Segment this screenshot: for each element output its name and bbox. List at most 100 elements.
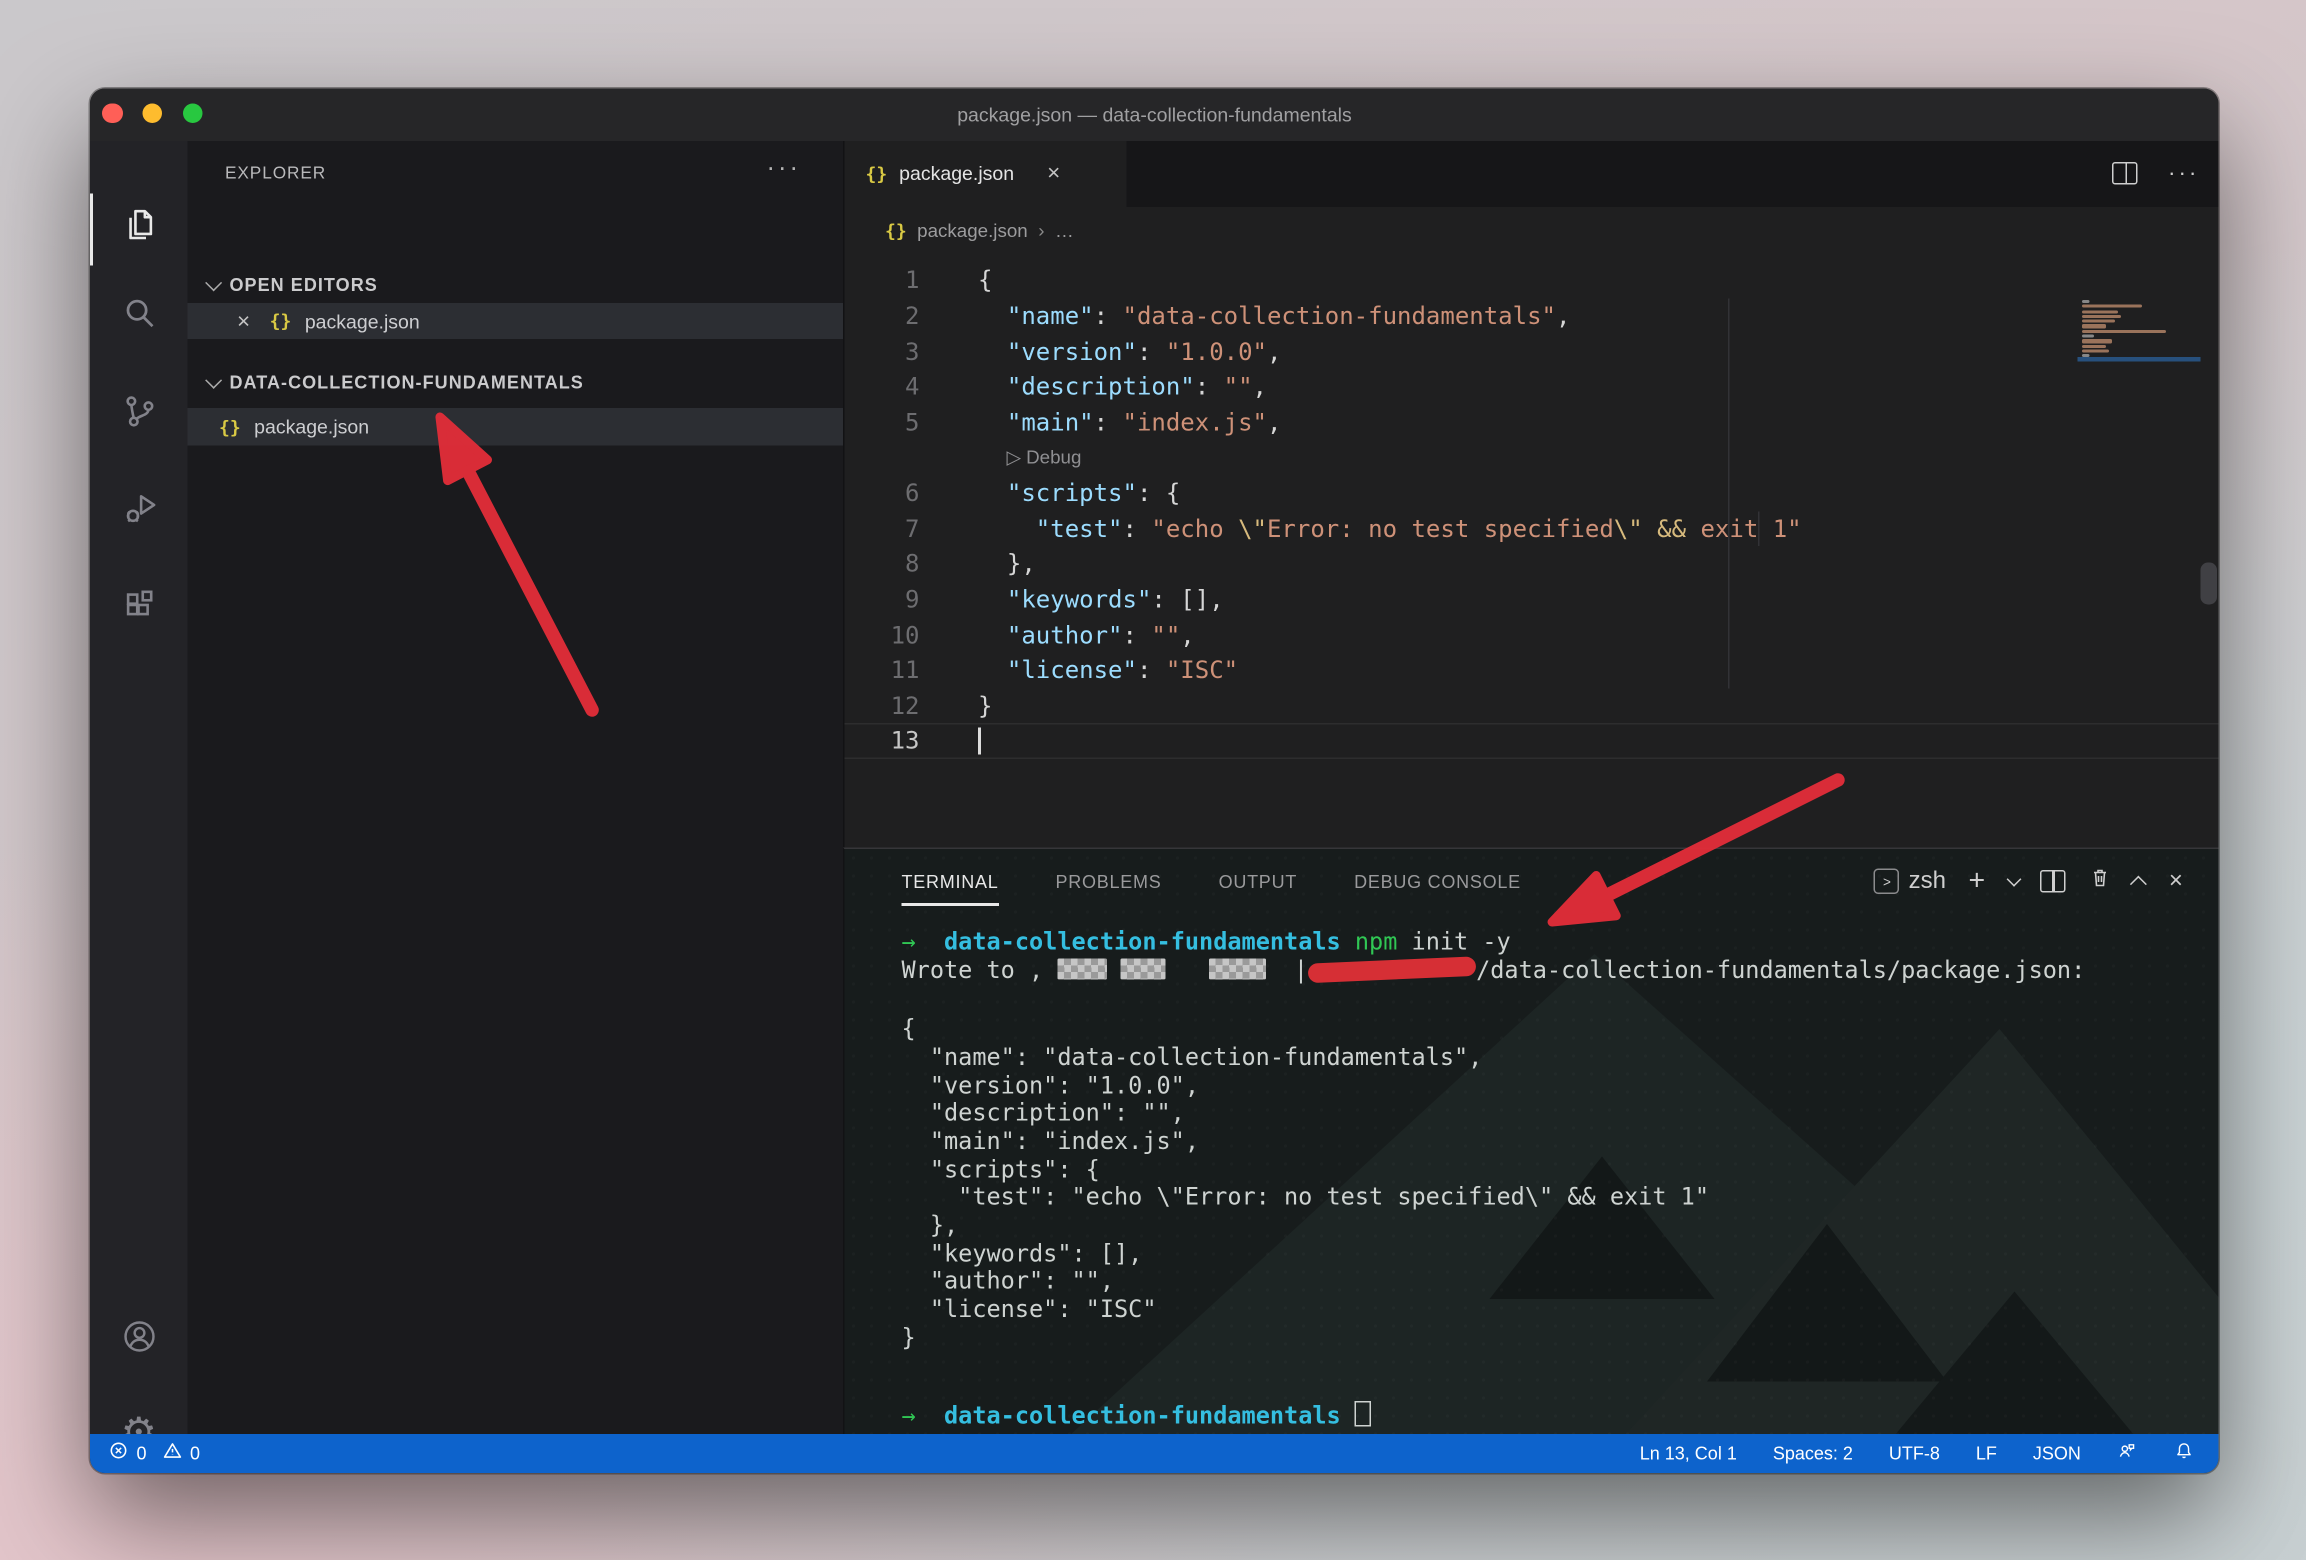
- code-area[interactable]: 1{2 "name": "data-collection-fundamental…: [845, 263, 2219, 759]
- shell-selector[interactable]: > zsh: [1874, 868, 1946, 895]
- sidebar-title: EXPLORER: [225, 165, 326, 183]
- code-line-8[interactable]: 8 },: [845, 547, 2219, 582]
- status-bar: 0 0 Ln 13, Col 1 Spaces: 2 UTF-8 LF JSON: [90, 1434, 2219, 1473]
- open-editor-item-package-json[interactable]: × {} package.json: [188, 303, 844, 339]
- terminal-line-6: "main": "index.js",: [902, 1128, 1200, 1156]
- status-line-col[interactable]: Ln 13, Col 1: [1640, 1443, 1737, 1464]
- explorer-more-actions-button[interactable]: ···: [767, 153, 801, 183]
- json-file-icon: {}: [866, 163, 888, 184]
- code-line-10[interactable]: 10 "author": "",: [845, 617, 2219, 652]
- json-file-icon: {}: [219, 417, 241, 438]
- code-line-2[interactable]: 2 "name": "data-collection-fundamentals"…: [845, 299, 2219, 334]
- files-icon: [119, 206, 158, 253]
- activity-source-control[interactable]: [90, 379, 188, 451]
- split-editor-icon[interactable]: [2112, 163, 2138, 186]
- terminal-line-7: "scripts": {: [902, 1156, 1100, 1184]
- chevron-down-icon: [205, 372, 222, 389]
- indent-guide: [1757, 511, 1759, 546]
- code-line-9[interactable]: 9 "keywords": [],: [845, 582, 2219, 617]
- open-editor-file-label: package.json: [305, 310, 420, 333]
- workspace-folder-label: DATA-COLLECTION-FUNDAMENTALS: [230, 372, 584, 393]
- open-editors-header[interactable]: OPEN EDITORS: [188, 267, 844, 303]
- explorer-sidebar: EXPLORER ··· OPEN EDITORS × {} package.j…: [188, 141, 844, 1434]
- editor-scrollbar[interactable]: [2201, 562, 2218, 604]
- redaction-scribble: [1308, 956, 1477, 983]
- close-tab-icon[interactable]: ×: [1047, 161, 1060, 187]
- search-icon: [119, 295, 158, 342]
- code-line-5[interactable]: 5 "main": "index.js",: [845, 405, 2219, 440]
- breadcrumb-file[interactable]: package.json: [917, 221, 1028, 242]
- warnings-count[interactable]: 0: [190, 1443, 200, 1464]
- terminal-line-5: "description": "",: [902, 1100, 1185, 1128]
- code-line-13[interactable]: 13: [845, 724, 2219, 759]
- minimap-current-line: [2078, 358, 2201, 362]
- redaction-mosaic: [1121, 958, 1166, 979]
- activity-run-debug[interactable]: [90, 477, 188, 549]
- tab-problems[interactable]: PROBLEMS: [1056, 871, 1162, 892]
- terminal-line-9: },: [902, 1212, 959, 1240]
- json-file-icon: {}: [270, 311, 292, 332]
- code-line-7[interactable]: 7 "test": "echo \"Error: no test specifi…: [845, 511, 2219, 546]
- terminal-line-1: Wrote to , |/data-collection-fundamental…: [902, 956, 2086, 984]
- terminal-panel: TERMINAL PROBLEMS OUTPUT DEBUG CONSOLE >…: [843, 848, 2219, 1434]
- status-language[interactable]: JSON: [2033, 1443, 2081, 1464]
- status-indent[interactable]: Spaces: 2: [1773, 1443, 1853, 1464]
- terminal-line-12: "license": "ISC": [902, 1296, 1157, 1324]
- editor-actions: ···: [2112, 141, 2199, 207]
- code-line-4[interactable]: 4 "description": "",: [845, 369, 2219, 404]
- errors-count[interactable]: 0: [137, 1443, 147, 1464]
- code-line-11[interactable]: 11 "license": "ISC": [845, 653, 2219, 688]
- tab-strip: {} package.json × ···: [845, 141, 2219, 207]
- activity-bar: ⚙ 1: [90, 141, 188, 1434]
- activity-explorer[interactable]: [90, 193, 188, 265]
- breadcrumb[interactable]: {} package.json › …: [845, 207, 2219, 257]
- close-panel-icon[interactable]: ×: [2169, 868, 2183, 895]
- terminal-dropdown-icon[interactable]: [2008, 872, 2022, 886]
- terminal-line-10: "keywords": [],: [902, 1240, 1143, 1268]
- errors-icon[interactable]: [108, 1441, 129, 1467]
- more-actions-icon[interactable]: ···: [2168, 161, 2200, 187]
- activity-search[interactable]: [90, 282, 188, 354]
- terminal-line-2: {: [902, 1016, 916, 1044]
- codelens-debug[interactable]: ▷ Debug: [845, 440, 2219, 475]
- new-terminal-button[interactable]: +: [1969, 865, 1986, 898]
- kill-terminal-icon[interactable]: [2088, 866, 2112, 898]
- notifications-bell-icon[interactable]: [2174, 1441, 2195, 1467]
- redaction-mosaic: [1209, 958, 1266, 979]
- code-line-3[interactable]: 3 "version": "1.0.0",: [845, 334, 2219, 369]
- tab-debug-console[interactable]: DEBUG CONSOLE: [1354, 871, 1521, 892]
- tab-label: package.json: [899, 163, 1014, 186]
- breadcrumb-more[interactable]: …: [1055, 221, 1074, 242]
- code-line-12[interactable]: 12}: [845, 688, 2219, 723]
- code-line-6[interactable]: 6 "scripts": {: [845, 476, 2219, 511]
- feedback-icon[interactable]: [2117, 1441, 2138, 1467]
- terminal-line-0: → data-collection-fundamentals npm init …: [902, 928, 1511, 956]
- minimap[interactable]: [2078, 300, 2201, 372]
- tab-package-json[interactable]: {} package.json ×: [845, 141, 1127, 207]
- source-control-icon: [119, 392, 158, 439]
- panel-header: TERMINAL PROBLEMS OUTPUT DEBUG CONSOLE >…: [845, 849, 2219, 913]
- shell-label: zsh: [1909, 868, 1946, 895]
- activity-accounts[interactable]: [90, 1305, 188, 1377]
- desktop: package.json — data-collection-fundament…: [0, 0, 2306, 1560]
- workspace-folder-header[interactable]: DATA-COLLECTION-FUNDAMENTALS: [188, 363, 844, 401]
- activity-extensions[interactable]: [90, 573, 188, 645]
- tree-item-package-json[interactable]: {} package.json: [188, 408, 844, 446]
- close-icon[interactable]: ×: [237, 309, 250, 335]
- status-eol[interactable]: LF: [1976, 1443, 1997, 1464]
- maximize-panel-icon[interactable]: [2130, 875, 2147, 892]
- tab-output[interactable]: OUTPUT: [1219, 871, 1298, 892]
- indent-guide: [1728, 299, 1730, 688]
- terminal-line-11: "author": "",: [902, 1268, 1115, 1296]
- account-icon: [119, 1318, 158, 1365]
- terminal-line-8: "test": "echo \"Error: no test specified…: [902, 1184, 1710, 1212]
- tab-terminal[interactable]: TERMINAL: [902, 871, 999, 892]
- code-line-1[interactable]: 1{: [845, 263, 2219, 298]
- status-encoding[interactable]: UTF-8: [1889, 1443, 1940, 1464]
- vscode-window: package.json — data-collection-fundament…: [90, 88, 2219, 1473]
- warnings-icon[interactable]: [162, 1441, 183, 1467]
- split-terminal-icon[interactable]: [2040, 870, 2066, 893]
- window-title: package.json — data-collection-fundament…: [90, 88, 2219, 141]
- terminal-cursor: [1355, 1401, 1372, 1427]
- terminal-line-14: → data-collection-fundamentals: [902, 1401, 1372, 1429]
